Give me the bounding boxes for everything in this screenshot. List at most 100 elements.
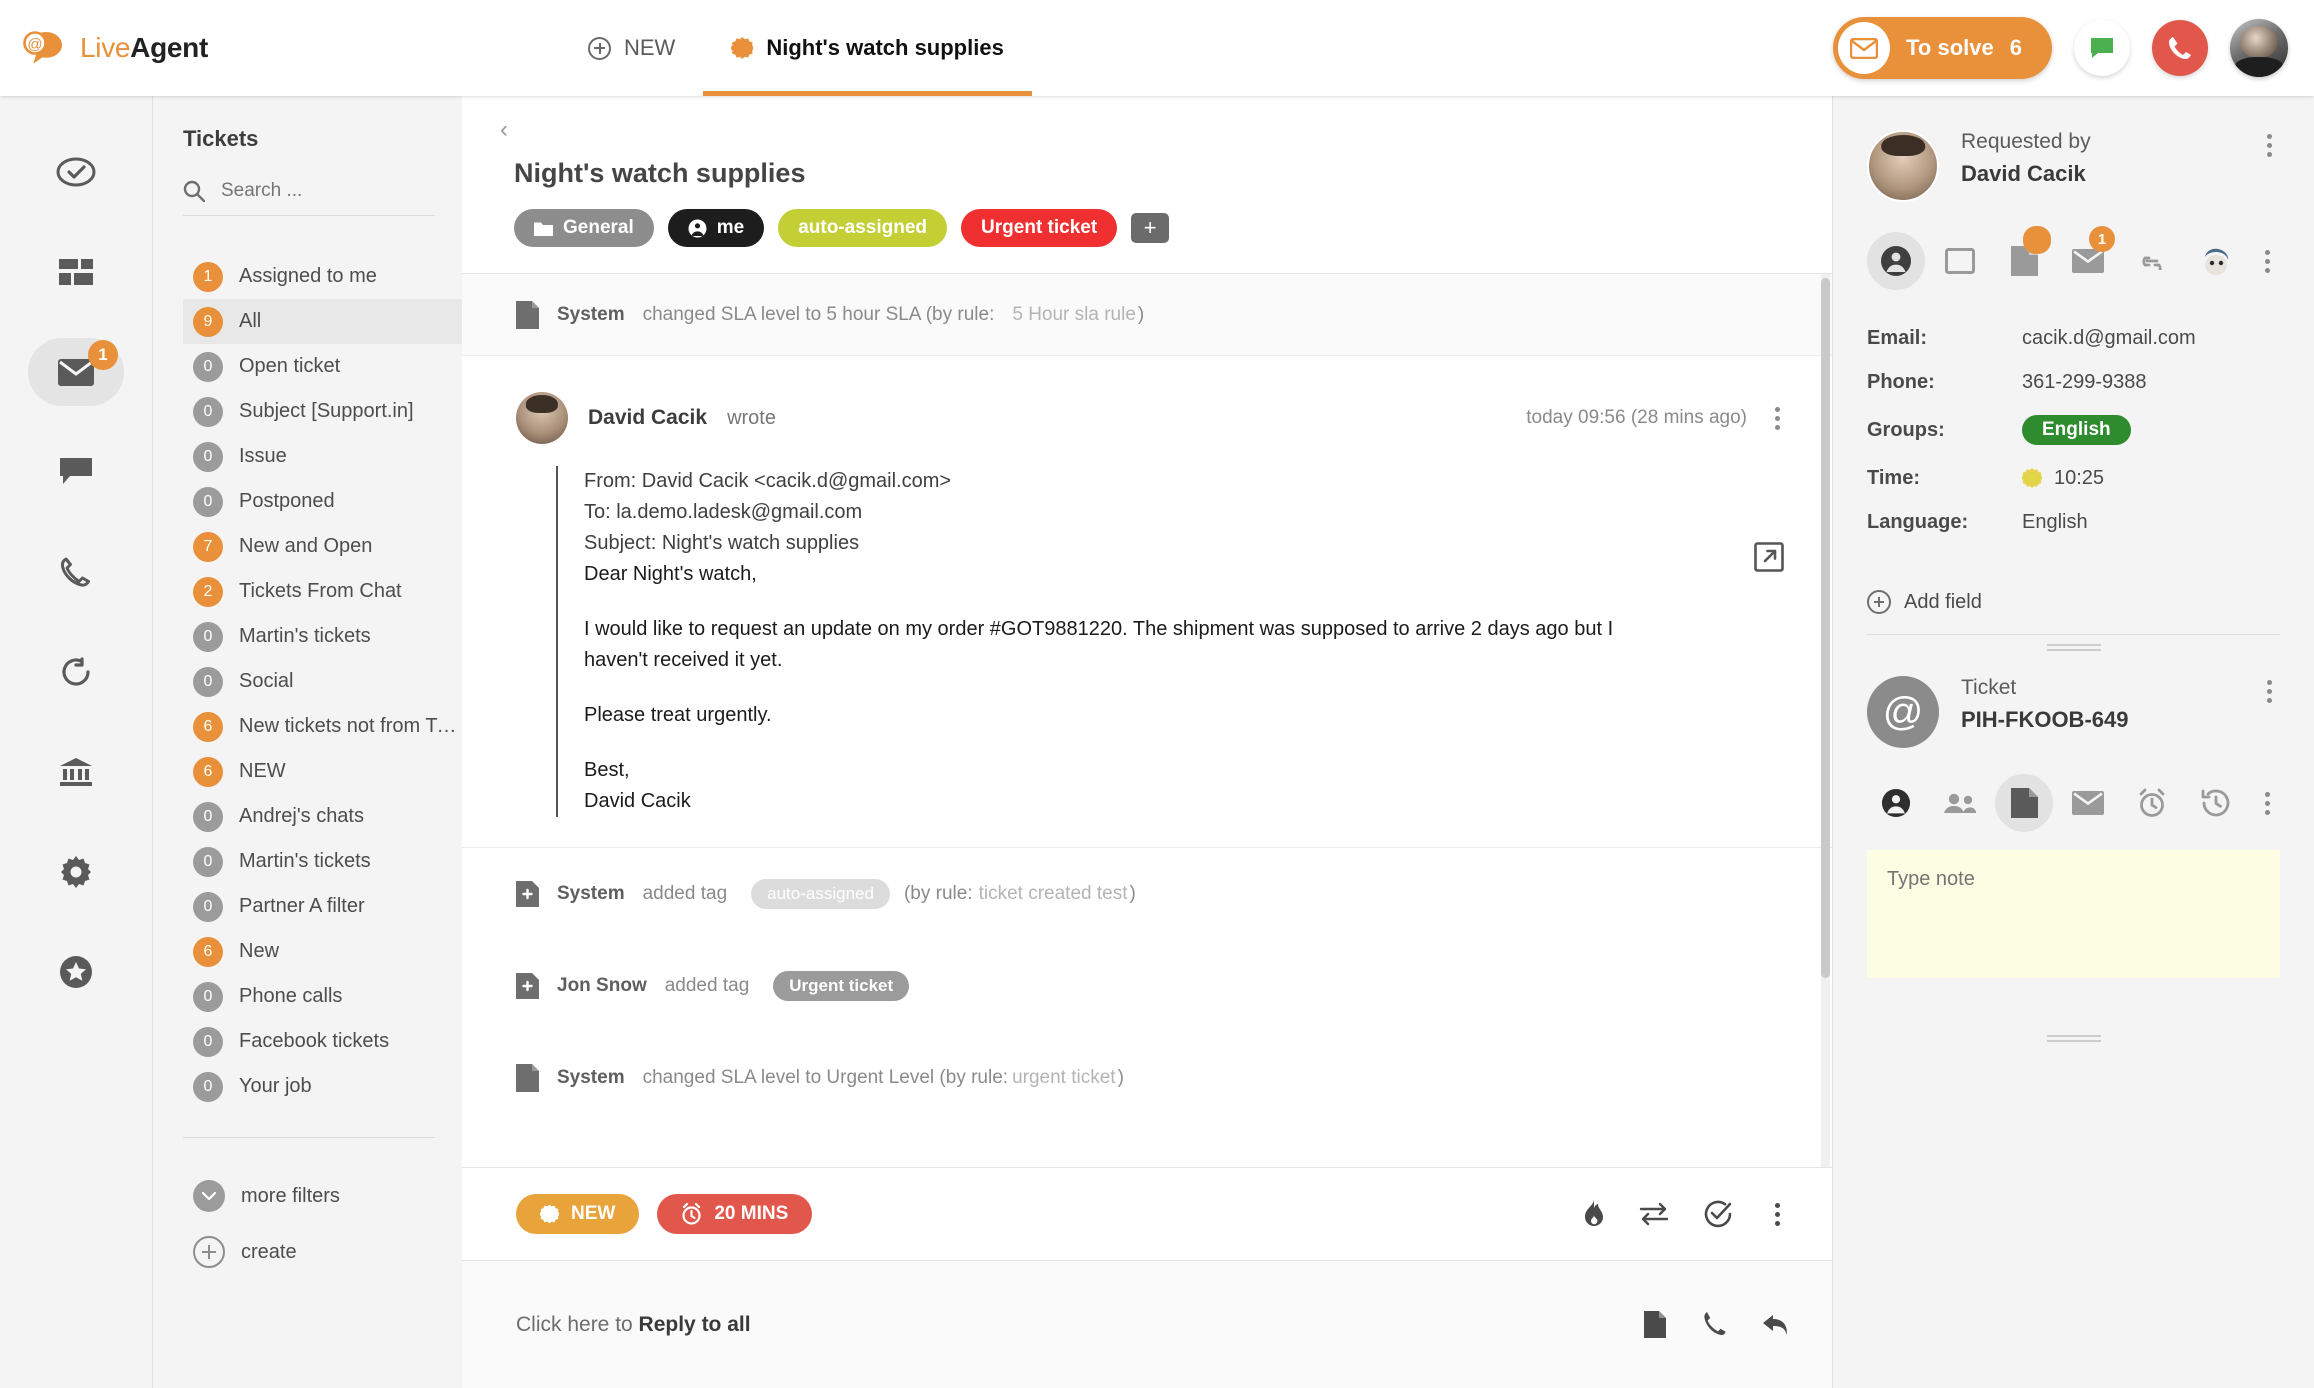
filter-item-all[interactable]: 9All (183, 299, 463, 344)
message-more-icon[interactable] (1767, 403, 1788, 434)
contact-details-tab[interactable] (1867, 232, 1925, 290)
status-more-icon[interactable] (1767, 1199, 1788, 1230)
more-filters-button[interactable]: more filters (183, 1168, 462, 1224)
note-textarea[interactable] (1867, 850, 2280, 978)
sidebar-item-automation[interactable] (28, 638, 124, 706)
open-in-new-window-icon[interactable] (1754, 542, 1784, 572)
filter-item-assigned-to-me[interactable]: 1Assigned to me (183, 254, 463, 299)
filter-label: Phone calls (239, 985, 342, 1008)
filter-item-issue[interactable]: 0Issue (183, 434, 463, 479)
reply-bar[interactable]: Click here to Reply to all (462, 1260, 1832, 1388)
sidebar-item-favorites[interactable] (28, 938, 124, 1006)
sidebar-item-tasks[interactable] (28, 138, 124, 206)
message-from: From: David Cacik <cacik.d@gmail.com> (584, 466, 1616, 497)
contact-notes-tab[interactable] (1995, 232, 2053, 290)
ticket-reminder-tab[interactable] (2123, 774, 2181, 832)
inline-tag: Urgent ticket (773, 971, 909, 1001)
back-button[interactable]: ‹ (492, 118, 1832, 142)
filter-label: Tickets From Chat (239, 580, 402, 603)
window-icon (1945, 248, 1975, 274)
tag-urgent-ticket[interactable]: Urgent ticket (961, 209, 1117, 247)
person-icon (1881, 788, 1911, 818)
filter-item-facebook-tickets[interactable]: 0Facebook tickets (183, 1019, 463, 1064)
flame-icon[interactable] (1583, 1199, 1605, 1229)
tab-nights-watch-supplies[interactable]: Night's watch supplies (703, 0, 1032, 96)
system-text: changed SLA level to 5 hour SLA (by rule… (643, 304, 995, 326)
filter-item-postponed[interactable]: 0Postponed (183, 479, 463, 524)
reply-prompt[interactable]: Click here to Reply to all (516, 1313, 751, 1337)
sidebar-item-knowledge-base[interactable] (28, 738, 124, 806)
call-button[interactable] (2152, 20, 2208, 76)
sidebar-item-settings[interactable] (28, 838, 124, 906)
people-icon (1943, 791, 1977, 815)
ticket-history-tab[interactable] (2187, 774, 2245, 832)
to-solve-button[interactable]: To solve 6 (1833, 17, 2052, 79)
filter-item-phone-calls[interactable]: 0Phone calls (183, 974, 463, 1019)
transfer-icon[interactable] (1639, 1202, 1669, 1226)
panel-resize-handle[interactable] (2047, 644, 2101, 651)
note-icon[interactable] (1644, 1311, 1666, 1338)
panel-divider-bottom (1867, 1026, 2280, 1054)
liveagent-logo-icon: @ (22, 26, 66, 70)
panel-resize-handle-bottom[interactable] (2047, 1035, 2101, 1042)
field-key: Phone: (1867, 371, 2022, 394)
filter-item-social[interactable]: 0Social (183, 659, 463, 704)
envelope-icon (2072, 791, 2104, 815)
create-filter-button[interactable]: create (183, 1224, 462, 1280)
group-badge[interactable]: English (2022, 415, 2131, 445)
tag-auto-assigned[interactable]: auto-assigned (778, 209, 947, 247)
resolve-icon[interactable] (1703, 1199, 1733, 1229)
search-row[interactable] (183, 180, 435, 216)
filter-item-your-job[interactable]: 0Your job (183, 1064, 463, 1109)
filter-item-new[interactable]: 6New (183, 929, 463, 974)
conversation-scrollbar[interactable] (1821, 274, 1830, 1167)
filter-item-new-uppercase[interactable]: 6NEW (183, 749, 463, 794)
filter-item-new-tickets-not-from-twitter[interactable]: 6New tickets not from Twi… (183, 704, 463, 749)
status-badge-new[interactable]: NEW (516, 1194, 639, 1234)
filter-item-open-ticket[interactable]: 0Open ticket (183, 344, 463, 389)
filter-item-new-and-open[interactable]: 7New and Open (183, 524, 463, 569)
sidebar-item-chats[interactable] (28, 438, 124, 506)
field-value[interactable]: 361-299-9388 (2022, 371, 2147, 394)
note-icon (516, 1064, 539, 1092)
brand-logo[interactable]: @ LiveAgent (0, 26, 560, 70)
user-avatar[interactable] (2230, 19, 2288, 77)
ticket-requester-tab[interactable] (1867, 774, 1925, 832)
contact-link-tab[interactable] (2123, 232, 2181, 290)
tab-new[interactable]: NEW (560, 0, 703, 96)
tag-assignee[interactable]: me (668, 209, 764, 247)
search-input[interactable] (221, 180, 421, 202)
phone-icon[interactable] (1702, 1311, 1726, 1338)
ticket-mail-tab[interactable] (2059, 774, 2117, 832)
requester-more-icon[interactable] (2259, 130, 2280, 161)
filter-item-andrejs-chats[interactable]: 0Andrej's chats (183, 794, 463, 839)
filter-item-martins-tickets-1[interactable]: 0Martin's tickets (183, 614, 463, 659)
ticket-notes-tab[interactable] (1995, 774, 2053, 832)
sidebar-item-tickets[interactable]: 1 (28, 338, 124, 406)
filter-item-martins-tickets-2[interactable]: 0Martin's tickets (183, 839, 463, 884)
ticket-icons-more-icon[interactable] (2257, 788, 2278, 819)
filter-item-subject-support-in[interactable]: 0Subject [Support.in] (183, 389, 463, 434)
sla-badge[interactable]: 20 MINS (657, 1194, 812, 1234)
tag-label: General (563, 217, 634, 239)
add-tag-button[interactable]: + (1131, 213, 1169, 243)
contact-window-tab[interactable] (1931, 232, 1989, 290)
ticket-block-more-icon[interactable] (2259, 676, 2280, 707)
mailchimp-tab[interactable] (2187, 232, 2245, 290)
main-layout: 1 Tickets (0, 96, 2314, 1388)
add-field-button[interactable]: Add field (1867, 590, 2280, 614)
reply-arrow-icon[interactable] (1762, 1313, 1788, 1337)
filter-count: 0 (193, 1027, 223, 1057)
requester-avatar (1867, 130, 1939, 202)
sidebar-item-calls[interactable] (28, 538, 124, 606)
contact-mail-tab[interactable]: 1 (2059, 232, 2117, 290)
requester-icons-more-icon[interactable] (2257, 246, 2278, 277)
tag-department[interactable]: General (514, 209, 654, 247)
filter-item-tickets-from-chat[interactable]: 2Tickets From Chat (183, 569, 463, 614)
chat-button[interactable] (2074, 20, 2130, 76)
filter-item-partner-a-filter[interactable]: 0Partner A filter (183, 884, 463, 929)
ticket-participants-tab[interactable] (1931, 774, 1989, 832)
field-key: Language: (1867, 511, 2022, 534)
sidebar-item-dashboard[interactable] (28, 238, 124, 306)
field-value[interactable]: cacik.d@gmail.com (2022, 327, 2196, 350)
